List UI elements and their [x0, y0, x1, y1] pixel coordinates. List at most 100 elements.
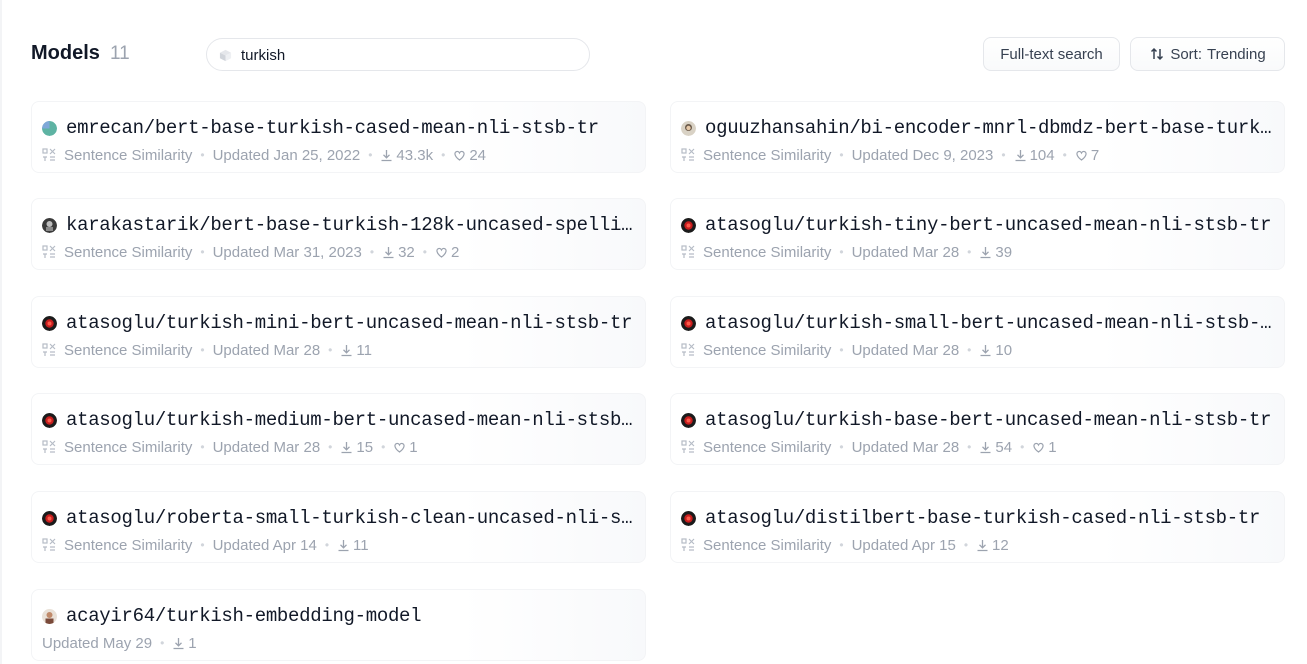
model-card[interactable]: emrecan/bert-base-turkish-cased-mean-nli… — [31, 101, 646, 173]
model-name-row: atasoglu/turkish-small-bert-uncased-mean… — [681, 312, 1274, 334]
sentence-similarity-icon — [42, 245, 56, 258]
page-title: Models — [31, 42, 100, 64]
full-text-search-label: Full-text search — [1000, 45, 1103, 63]
model-card[interactable]: atasoglu/turkish-tiny-bert-uncased-mean-… — [670, 198, 1285, 270]
model-meta: Sentence Similarity • Updated Dec 9, 2023 •… — [681, 145, 1274, 165]
like-count: 7 — [1090, 146, 1100, 164]
model-name-row: acayir64/turkish-embedding-model — [42, 605, 635, 627]
model-name-row: atasoglu/distilbert-base-turkish-cased-n… — [681, 507, 1274, 529]
model-name-link[interactable]: atasoglu/turkish-medium-bert-uncased-mea… — [66, 409, 635, 431]
like-count: 24 — [469, 146, 487, 164]
sort-value: Trending — [1207, 45, 1266, 63]
sentence-similarity-icon — [681, 148, 695, 161]
download-count: 11 — [353, 536, 369, 554]
model-card[interactable]: atasoglu/distilbert-base-turkish-cased-n… — [670, 491, 1285, 563]
heart-icon — [1076, 150, 1087, 161]
heart-icon — [1033, 442, 1044, 453]
author-avatar — [681, 412, 696, 428]
model-name-link[interactable]: acayir64/turkish-embedding-model — [66, 605, 421, 627]
author-avatar — [42, 510, 57, 526]
model-card[interactable]: atasoglu/turkish-mini-bert-uncased-mean-… — [31, 296, 646, 368]
model-name-link[interactable]: atasoglu/turkish-mini-bert-uncased-mean-… — [66, 312, 632, 334]
model-name-link[interactable]: atasoglu/roberta-small-turkish-clean-unc… — [66, 507, 635, 529]
separator-dot: • — [963, 538, 969, 552]
model-name-link[interactable]: oguuzhansahin/bi-encoder-mnrl-dbmdz-bert… — [705, 117, 1274, 139]
task-label: Sentence Similarity — [703, 243, 832, 261]
separator-dot: • — [200, 538, 205, 552]
updated-date: Updated Mar 28 — [851, 341, 960, 359]
task-label: Sentence Similarity — [64, 146, 193, 164]
download-icon — [977, 539, 988, 551]
download-count: 10 — [995, 341, 1013, 359]
left-divider — [0, 0, 2, 664]
updated-date: Updated Mar 28 — [212, 341, 321, 359]
model-name-link[interactable]: atasoglu/turkish-small-bert-uncased-mean… — [705, 312, 1274, 334]
author-avatar — [42, 120, 57, 136]
search-input[interactable] — [241, 44, 581, 66]
separator-dot: • — [839, 440, 844, 454]
updated-date: Updated Apr 15 — [851, 536, 956, 554]
full-text-search-button[interactable]: Full-text search — [983, 37, 1120, 71]
model-name-link[interactable]: karakastarik/bert-base-turkish-128k-unca… — [66, 214, 635, 236]
model-name-row: emrecan/bert-base-turkish-cased-mean-nli… — [42, 117, 635, 139]
sentence-similarity-icon — [681, 440, 695, 453]
separator-dot: • — [839, 245, 844, 259]
author-avatar — [42, 315, 57, 331]
download-count: 32 — [398, 243, 415, 261]
sentence-similarity-icon — [42, 538, 56, 551]
like-count: 2 — [450, 243, 460, 261]
download-icon — [341, 344, 352, 356]
sentence-similarity-icon — [42, 440, 56, 453]
model-card[interactable]: oguuzhansahin/bi-encoder-mnrl-dbmdz-bert… — [670, 101, 1285, 173]
task-label: Sentence Similarity — [703, 536, 832, 554]
download-count: 15 — [356, 438, 374, 456]
model-meta: Sentence Similarity • Updated Mar 28 • 54 • 1 — [681, 437, 1274, 457]
search-box[interactable] — [206, 38, 590, 71]
model-name-link[interactable]: atasoglu/turkish-base-bert-uncased-mean-… — [705, 409, 1271, 431]
like-count: 1 — [1048, 438, 1057, 456]
like-count: 1 — [409, 438, 418, 456]
download-icon — [1015, 149, 1026, 161]
model-meta: Sentence Similarity • Updated Apr 14 • 11 — [42, 535, 635, 555]
sort-arrows-icon — [1151, 47, 1164, 61]
model-card[interactable]: atasoglu/roberta-small-turkish-clean-unc… — [31, 491, 646, 563]
model-card[interactable]: acayir64/turkish-embedding-model Updated … — [31, 589, 646, 661]
model-card[interactable]: atasoglu/turkish-base-bert-uncased-mean-… — [670, 393, 1285, 465]
sentence-similarity-icon — [681, 343, 695, 356]
models-count: 11 — [110, 43, 130, 64]
model-card[interactable]: karakastarik/bert-base-turkish-128k-unca… — [31, 198, 646, 270]
author-avatar — [681, 315, 696, 331]
separator-dot: • — [967, 245, 972, 259]
model-name-row: oguuzhansahin/bi-encoder-mnrl-dbmdz-bert… — [681, 117, 1274, 139]
separator-dot: • — [839, 148, 844, 162]
cube-icon — [219, 49, 232, 62]
download-icon — [341, 441, 352, 453]
model-name-link[interactable]: atasoglu/distilbert-base-turkish-cased-n… — [705, 507, 1260, 529]
download-count: 43.3k — [396, 146, 434, 164]
download-count: 1 — [188, 634, 197, 652]
sort-button[interactable]: Sort: Trending — [1130, 37, 1285, 71]
models-header: Models 11 Full-text search Sort: Trendin… — [31, 37, 1285, 72]
model-meta: Sentence Similarity • Updated Mar 28 • 10 — [681, 340, 1274, 360]
author-avatar — [42, 217, 57, 233]
model-name-link[interactable]: atasoglu/turkish-tiny-bert-uncased-mean-… — [705, 214, 1271, 236]
model-name-row: karakastarik/bert-base-turkish-128k-unca… — [42, 214, 635, 236]
sort-label: Sort: — [1170, 45, 1203, 63]
task-label: Sentence Similarity — [64, 243, 193, 261]
model-name-row: atasoglu/roberta-small-turkish-clean-unc… — [42, 507, 635, 529]
model-card[interactable]: atasoglu/turkish-small-bert-uncased-mean… — [670, 296, 1285, 368]
updated-date: Updated Mar 28 — [212, 438, 321, 456]
heart-icon — [394, 442, 405, 453]
sentence-similarity-icon — [42, 343, 56, 356]
download-count: 54 — [995, 438, 1013, 456]
author-avatar — [681, 510, 696, 526]
model-card[interactable]: atasoglu/turkish-medium-bert-uncased-mea… — [31, 393, 646, 465]
separator-dot: • — [441, 148, 446, 162]
updated-date: Updated Mar 31, 2023 — [212, 243, 362, 261]
heart-icon — [454, 150, 465, 161]
task-label: Sentence Similarity — [703, 341, 832, 359]
model-name-link[interactable]: emrecan/bert-base-turkish-cased-mean-nli… — [66, 117, 599, 139]
download-count: 12 — [992, 536, 1009, 554]
updated-date: Updated May 29 — [42, 634, 153, 652]
download-icon — [980, 344, 991, 356]
